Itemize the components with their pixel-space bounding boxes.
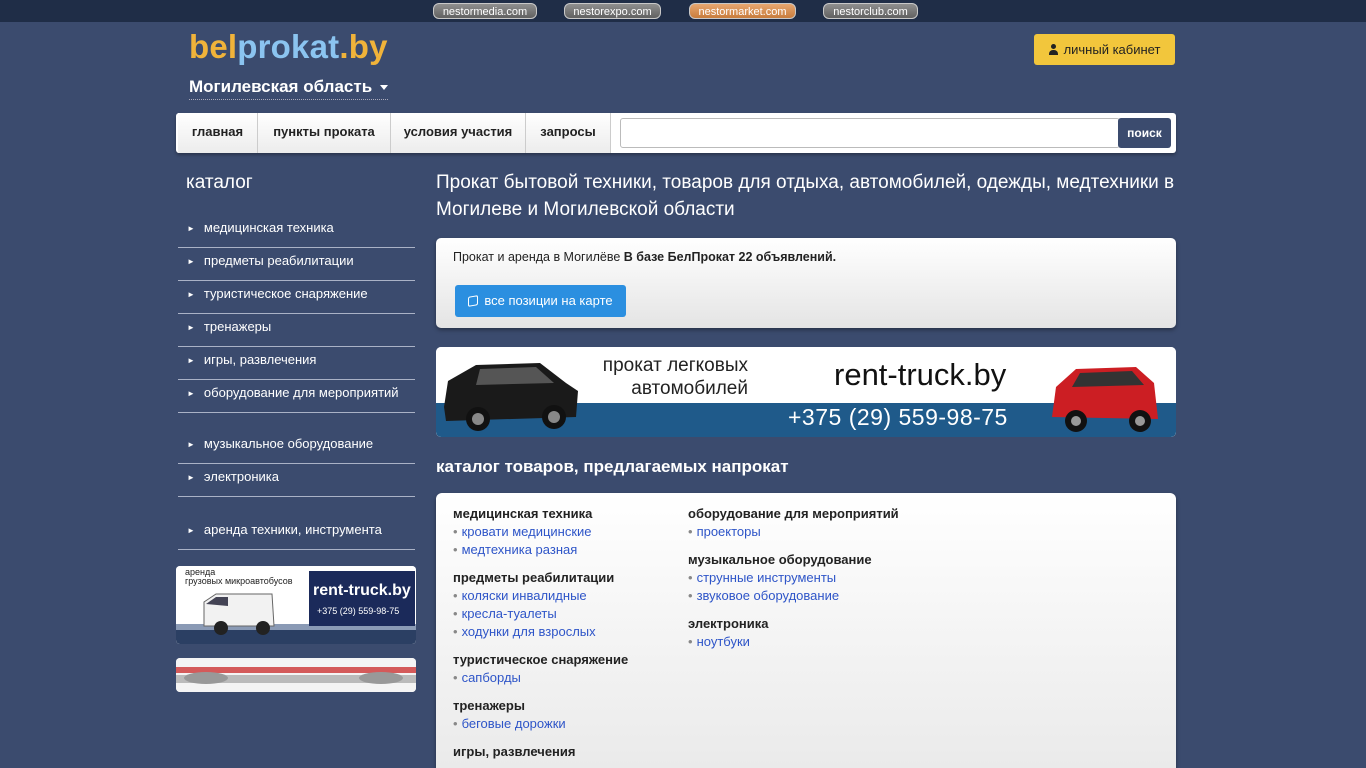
catalog-group: игры, развлечения [453, 743, 628, 761]
sidebar-item-tourism[interactable]: ► туристическое снаряжение [178, 279, 415, 314]
user-icon [1048, 44, 1058, 55]
triangle-right-icon: ► [187, 257, 195, 266]
catalog-group-title[interactable]: электроника [688, 615, 899, 633]
catalog-link[interactable]: • кресла-туалеты [453, 605, 628, 623]
region-selector[interactable]: Могилевская область [189, 77, 389, 100]
info-text-bold: В базе БелПрокат 22 объявлений. [623, 250, 837, 264]
info-text-normal: Прокат и аренда в Могилёве [453, 250, 621, 264]
sidebar-item-games[interactable]: ► игры, развлечения [178, 345, 415, 380]
minibus-ad-graphic [176, 658, 416, 692]
sidebar-title: каталог [186, 172, 253, 193]
triangle-right-icon: ► [187, 473, 195, 482]
catalog-link[interactable]: • беговые дорожки [453, 715, 628, 733]
catalog-group-title[interactable]: музыкальное оборудование [688, 551, 899, 569]
site-logo[interactable]: belprokat.by [189, 28, 388, 66]
triangle-right-icon: ► [187, 526, 195, 535]
sidebar-ad-banner-rent-truck[interactable]: аренда грузовых микроавтобусов rent-truc… [176, 566, 416, 644]
sidebar-ad-banner-minibus[interactable] [176, 658, 416, 692]
sidebar-item-label: игры, развлечения [203, 352, 317, 367]
catalog-group: тренажеры • беговые дорожки [453, 697, 628, 733]
catalog-link[interactable]: • коляски инвалидные [453, 587, 628, 605]
logo-part-prokat: prokat [237, 28, 340, 65]
top-network-bar: nestormedia.com nestorexpo.com nestormar… [0, 0, 1366, 22]
catalog-group-title[interactable]: оборудование для мероприятий [688, 505, 899, 523]
catalog-column-2: оборудование для мероприятий • проекторы … [688, 505, 899, 661]
banner1-line2: грузовых микроавтобусов [185, 576, 293, 586]
sidebar-item-rehab[interactable]: ► предметы реабилитации [178, 246, 415, 281]
catalog-group-title[interactable]: игры, развлечения [453, 743, 628, 761]
catalog-link[interactable]: • кровати медицинские [453, 523, 628, 541]
catalog-link[interactable]: • проекторы [688, 523, 899, 541]
triangle-right-icon: ► [187, 323, 195, 332]
top-link-nestorexpo[interactable]: nestorexpo.com [564, 3, 661, 19]
catalog-group: оборудование для мероприятий • проекторы [688, 505, 899, 541]
sidebar-item-label: предметы реабилитации [203, 253, 354, 268]
triangle-right-icon: ► [187, 356, 195, 365]
triangle-right-icon: ► [187, 290, 195, 299]
sidebar-item-trainers[interactable]: ► тренажеры [178, 312, 415, 347]
map-button-label: все позиции на карте [484, 293, 613, 308]
sidebar-item-label: аренда техники, инструмента [203, 522, 382, 537]
triangle-right-icon: ► [187, 440, 195, 449]
catalog-group: медицинская техника • кровати медицинские… [453, 505, 628, 559]
chevron-down-icon [380, 85, 389, 91]
catalog-group-title[interactable]: тренажеры [453, 697, 628, 715]
catalog-group-title[interactable]: туристическое снаряжение [453, 651, 628, 669]
top-link-nestormedia[interactable]: nestormedia.com [433, 3, 537, 19]
top-link-nestormarket[interactable]: nestormarket.com [689, 3, 796, 19]
sidebar-item-events[interactable]: ► оборудование для мероприятий [178, 378, 415, 413]
banner-site: rent-truck.by [834, 357, 1007, 392]
catalog-link[interactable]: • струнные инструменты [688, 569, 899, 587]
car-rental-banner[interactable]: прокат легковых автомобилей rent-truck.b… [436, 347, 1176, 437]
nav-terms[interactable]: условия участия [391, 113, 526, 153]
sidebar-item-label: музыкальное оборудование [203, 436, 374, 451]
logo-part-by: .by [339, 28, 388, 65]
catalog-group: электроника • ноутбуки [688, 615, 899, 651]
sidebar-item-equipment[interactable]: ► аренда техники, инструмента [178, 515, 415, 550]
personal-cabinet-button[interactable]: личный кабинет [1034, 34, 1175, 65]
catalog-link[interactable]: • сапборды [453, 669, 628, 687]
catalog-link[interactable]: • медтехника разная [453, 541, 628, 559]
sidebar-item-label: оборудование для мероприятий [203, 385, 399, 400]
map-all-button[interactable]: все позиции на карте [455, 285, 626, 317]
search-input[interactable] [620, 118, 1120, 148]
sidebar-item-label: туристическое снаряжение [203, 286, 368, 301]
top-link-nestorclub[interactable]: nestorclub.com [823, 3, 918, 19]
catalog-group: предметы реабилитации • коляски инвалидны… [453, 569, 628, 641]
catalog-link[interactable]: • ноутбуки [688, 633, 899, 651]
map-icon [468, 295, 479, 307]
banner1-phone: +375 (29) 559-98-75 [317, 606, 400, 616]
cabinet-label: личный кабинет [1063, 42, 1161, 57]
sidebar-item-label: медицинская техника [203, 220, 334, 235]
catalog-heading: каталог товаров, предлагаемых напрокат [436, 457, 789, 476]
catalog-link[interactable]: • ходунки для взрослых [453, 623, 628, 641]
sidebar-item-electronics[interactable]: ► электроника [178, 462, 415, 497]
catalog-group-title[interactable]: предметы реабилитации [453, 569, 628, 587]
banner1-site: rent-truck.by [313, 582, 411, 599]
banner-line1: прокат легковых [602, 355, 748, 376]
banner-phone: +375 (29) 559-98-75 [788, 404, 1008, 430]
banner-line2: автомобилей [631, 378, 748, 399]
catalog-group: музыкальное оборудование • струнные инстр… [688, 551, 899, 605]
catalog-group-title[interactable]: медицинская техника [453, 505, 628, 523]
sidebar-item-music[interactable]: ► музыкальное оборудование [178, 429, 415, 464]
info-text: Прокат и аренда в Могилёве В базе БелПро… [453, 250, 836, 264]
search-button[interactable]: поиск [1118, 118, 1171, 148]
nav-requests[interactable]: запросы [526, 113, 611, 153]
page-title: Прокат бытовой техники, товаров для отды… [436, 172, 1175, 220]
catalog-group: туристическое снаряжение • сапборды [453, 651, 628, 687]
region-label: Могилевская область [189, 77, 373, 96]
catalog-box: медицинская техника • кровати медицинские… [436, 493, 1176, 768]
sidebar-item-label: электроника [203, 469, 279, 484]
sidebar-item-medical[interactable]: ► медицинская техника [178, 213, 415, 248]
sidebar-item-label: тренажеры [203, 319, 272, 334]
nav-home[interactable]: главная [178, 113, 258, 153]
logo-part-bel: bel [189, 28, 238, 65]
catalog-column-1: медицинская техника • кровати медицинские… [453, 505, 628, 768]
nav-rental-points[interactable]: пункты проката [258, 113, 391, 153]
info-box: Прокат и аренда в Могилёве В базе БелПро… [436, 238, 1176, 328]
triangle-right-icon: ► [187, 224, 195, 233]
catalog-link[interactable]: • звуковое оборудование [688, 587, 899, 605]
triangle-right-icon: ► [187, 389, 195, 398]
